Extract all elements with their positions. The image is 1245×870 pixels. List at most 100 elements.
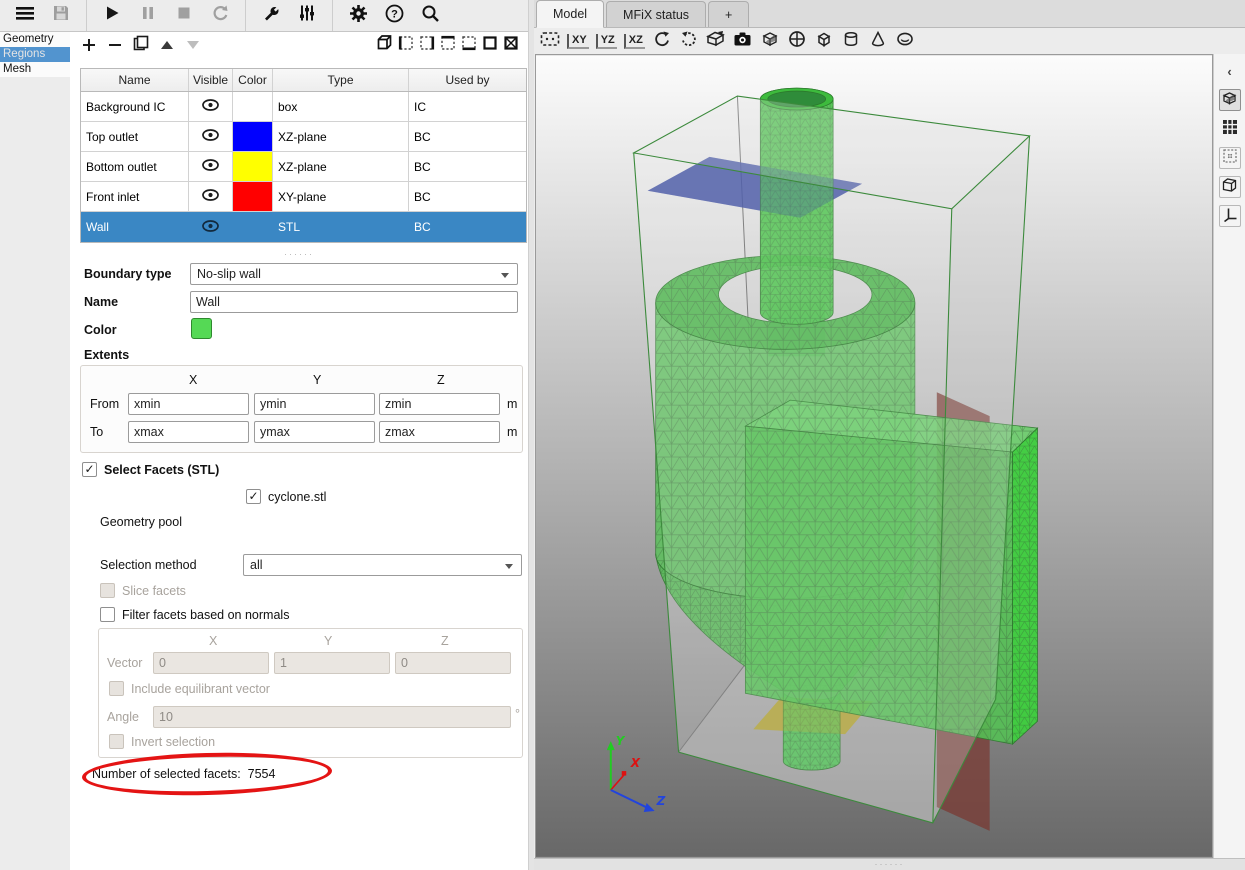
to-y-input[interactable] — [254, 421, 375, 443]
panel-splitter[interactable]: ······ — [70, 250, 528, 258]
rotate-left-button[interactable] — [652, 31, 672, 51]
new-box-region-button[interactable] — [375, 36, 394, 55]
tab-add[interactable]: + — [708, 1, 749, 27]
region-name: Background IC — [81, 92, 189, 121]
add-region-button[interactable] — [78, 35, 100, 55]
eye-icon — [202, 189, 219, 204]
col-header-visible[interactable]: Visible — [189, 69, 233, 91]
cylinder-button[interactable] — [841, 31, 861, 51]
region-name: Bottom outlet — [81, 152, 189, 181]
region-color-swatch[interactable] — [191, 318, 212, 339]
stop-button[interactable] — [169, 3, 199, 29]
view-xz-button[interactable]: XZ — [624, 31, 645, 51]
nav-item-geometry[interactable]: Geometry — [0, 32, 70, 47]
toggle-axes-button[interactable] — [1219, 205, 1241, 227]
col-header-color[interactable]: Color — [233, 69, 273, 91]
visibility-toggle[interactable] — [189, 92, 233, 121]
boundary-type-combobox[interactable]: No-slip wall — [190, 263, 518, 285]
col-header-usedby[interactable]: Used by — [409, 69, 526, 91]
new-plane-right-button[interactable] — [417, 36, 436, 55]
region-type: XZ-plane — [273, 152, 409, 181]
regions-table: Name Visible Color Type Used by Backgrou… — [80, 68, 527, 243]
from-z-input[interactable] — [379, 393, 500, 415]
run-button[interactable] — [97, 3, 127, 29]
view-xy-button[interactable]: XY — [567, 31, 589, 51]
color-swatch[interactable] — [233, 122, 273, 151]
stl-file-checkbox[interactable] — [246, 489, 261, 504]
save-button[interactable] — [46, 3, 76, 29]
table-row-selected[interactable]: Wall STL BC — [81, 212, 526, 242]
move-region-up-button[interactable] — [156, 35, 178, 55]
play-icon — [104, 5, 120, 26]
table-row[interactable]: Top outlet XZ-plane BC — [81, 122, 526, 152]
nav-item-mesh[interactable]: Mesh — [0, 62, 70, 77]
visibility-toggle[interactable] — [189, 122, 233, 151]
toggle-geometry-button[interactable] — [1219, 89, 1241, 111]
axis-x-label: X — [630, 756, 641, 770]
reset-view-button[interactable] — [540, 31, 560, 51]
tab-mfix-status[interactable]: MFiX status — [606, 1, 706, 27]
help-button[interactable]: ? — [379, 3, 409, 29]
new-plane-bottom-button[interactable] — [459, 36, 478, 55]
color-swatch[interactable] — [233, 152, 273, 181]
toggle-regions-button[interactable] — [1219, 147, 1241, 169]
vtk-viewport[interactable]: Y X Z — [535, 54, 1213, 858]
to-x-input[interactable] — [128, 421, 249, 443]
geometry-box-icon — [1221, 90, 1238, 111]
region-type: XY-plane — [273, 182, 409, 211]
table-row[interactable]: Bottom outlet XZ-plane BC — [81, 152, 526, 182]
new-plane-left-button[interactable] — [396, 36, 415, 55]
table-row[interactable]: Background IC box IC — [81, 92, 526, 122]
toggle-mesh-button[interactable] — [1219, 118, 1241, 140]
boundary-type-value: No-slip wall — [197, 267, 261, 281]
search-button[interactable] — [415, 3, 445, 29]
sliders-icon — [298, 4, 316, 27]
collapse-panel-button[interactable]: ‹ — [1219, 60, 1241, 82]
color-swatch[interactable] — [233, 182, 273, 211]
visibility-toggle[interactable] — [189, 212, 233, 242]
remove-region-button[interactable] — [104, 35, 126, 55]
extents-col-z: Z — [437, 373, 445, 387]
bottom-splitter[interactable]: ······ — [534, 858, 1245, 870]
rotate-right-button[interactable] — [679, 31, 699, 51]
menu-button[interactable] — [10, 3, 40, 29]
view-yz-button[interactable]: YZ — [596, 31, 617, 51]
pause-button[interactable] — [133, 3, 163, 29]
col-header-type[interactable]: Type — [273, 69, 409, 91]
geometry-visibility-button[interactable] — [760, 31, 780, 51]
table-row[interactable]: Front inlet XY-plane BC — [81, 182, 526, 212]
settings-button[interactable] — [343, 3, 373, 29]
from-x-input[interactable] — [128, 393, 249, 415]
to-z-input[interactable] — [379, 421, 500, 443]
region-name: Front inlet — [81, 182, 189, 211]
sphere-button[interactable] — [787, 31, 807, 51]
parameters-button[interactable] — [292, 3, 322, 29]
from-y-input[interactable] — [254, 393, 375, 415]
visibility-toggle[interactable] — [189, 152, 233, 181]
visibility-toggle[interactable] — [189, 182, 233, 211]
screenshot-button[interactable] — [733, 31, 753, 51]
new-plane-top-button[interactable] — [438, 36, 457, 55]
reset-button[interactable] — [205, 3, 235, 29]
region-name-input[interactable] — [190, 291, 518, 313]
move-region-down-button[interactable] — [182, 35, 204, 55]
select-facets-checkbox[interactable] — [82, 462, 97, 477]
tab-model[interactable]: Model — [536, 0, 604, 28]
torus-button[interactable] — [895, 31, 915, 51]
to-unit: m — [507, 425, 517, 439]
selection-method-combobox[interactable]: all — [243, 554, 522, 576]
box-button[interactable] — [814, 31, 834, 51]
duplicate-region-button[interactable] — [130, 35, 152, 55]
col-header-name[interactable]: Name — [81, 69, 189, 91]
toggle-domain-button[interactable] — [1219, 176, 1241, 198]
cone-button[interactable] — [868, 31, 888, 51]
color-swatch[interactable] — [233, 92, 273, 121]
nav-item-regions[interactable]: Regions — [0, 47, 70, 62]
filter-facets-checkbox[interactable] — [100, 607, 115, 622]
build-button[interactable] — [256, 3, 286, 29]
torus-icon — [896, 30, 914, 53]
new-plane-solid-button[interactable] — [480, 36, 499, 55]
new-point-region-button[interactable] — [501, 36, 520, 55]
perspective-button[interactable] — [706, 31, 726, 51]
color-swatch[interactable] — [233, 212, 273, 242]
